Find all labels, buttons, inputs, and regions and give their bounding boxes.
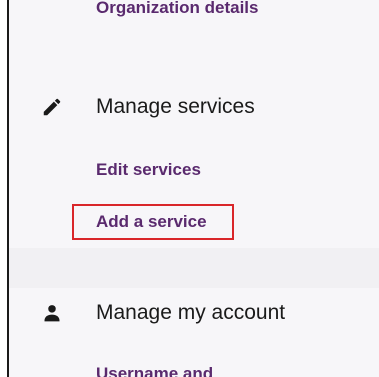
section-manage-my-account: Manage my account — [40, 298, 285, 328]
section-manage-services: Manage services — [40, 92, 255, 122]
nav-link-edit-services[interactable]: Edit services — [96, 160, 201, 180]
nav-link-organization-details[interactable]: Organization details — [96, 0, 258, 18]
nav-background-band — [9, 248, 379, 288]
pencil-icon — [40, 95, 64, 119]
person-icon — [40, 301, 64, 325]
section-heading-manage-my-account: Manage my account — [96, 301, 286, 324]
section-heading-manage-services: Manage services — [96, 95, 255, 118]
nav-link-username-and[interactable]: Username and — [96, 364, 213, 377]
screenshot-frame: Organization details Manage services Edi… — [0, 0, 379, 377]
highlight-box — [72, 204, 234, 240]
